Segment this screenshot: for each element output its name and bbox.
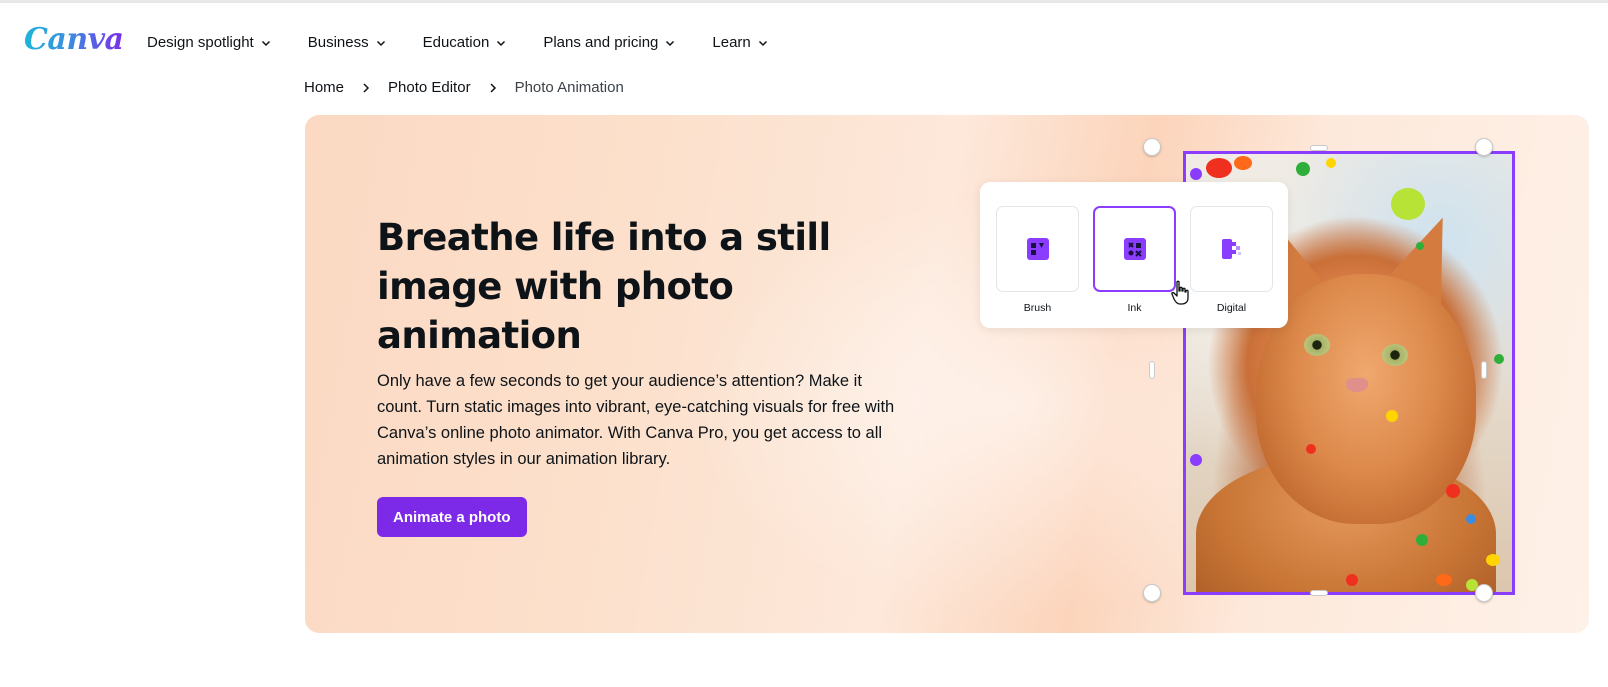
ink-style-icon [1123, 238, 1146, 260]
chevron-down-icon [664, 36, 676, 48]
cat-face [1256, 274, 1476, 524]
breadcrumb-photo-editor[interactable]: Photo Editor [388, 79, 471, 96]
paint-splat [1296, 162, 1310, 176]
paint-splat [1386, 410, 1398, 422]
paint-splat [1306, 444, 1316, 454]
style-option-brush[interactable] [996, 206, 1079, 292]
hero-banner: Breathe life into a still image with pho… [305, 115, 1589, 633]
paint-splat [1486, 554, 1500, 566]
resize-handle[interactable] [1475, 584, 1493, 602]
nav-plans-and-pricing[interactable]: Plans and pricing [543, 31, 676, 53]
paint-splat [1494, 354, 1504, 364]
resize-handle[interactable] [1310, 145, 1328, 151]
canva-logo[interactable]: Canva [24, 23, 124, 57]
breadcrumb: Home Photo Editor Photo Animation [304, 77, 624, 97]
paint-splat [1206, 158, 1232, 178]
hero-description: Only have a few seconds to get your audi… [377, 372, 895, 468]
hand-pointer-icon [1171, 280, 1189, 305]
resize-handle[interactable] [1481, 361, 1487, 379]
style-label: Brush [1023, 302, 1052, 314]
hero-title: Breathe life into a still image with pho… [377, 216, 831, 357]
nav-label: Education [422, 33, 490, 51]
chevron-down-icon [757, 36, 769, 48]
brush-style-icon [1026, 238, 1049, 260]
site-header: Canva Design spotlight Business Educatio… [0, 3, 1608, 73]
nav-label: Business [307, 33, 369, 51]
chevron-right-icon [360, 81, 372, 93]
paint-splat [1416, 534, 1428, 546]
resize-handle[interactable] [1310, 590, 1328, 596]
style-label: Ink [1127, 302, 1142, 314]
paint-splat [1436, 574, 1452, 586]
chevron-right-icon [487, 81, 499, 93]
nav-label: Plans and pricing [543, 33, 659, 51]
animate-photo-button[interactable]: Animate a photo [377, 497, 527, 537]
cat-eye [1304, 334, 1330, 356]
paint-splat [1446, 484, 1460, 498]
resize-handle[interactable] [1475, 138, 1493, 156]
nav-design-spotlight[interactable]: Design spotlight [147, 31, 272, 53]
paint-splat [1190, 168, 1202, 180]
paint-splat [1326, 158, 1336, 168]
resize-handle[interactable] [1143, 584, 1161, 602]
cat-nose [1346, 378, 1368, 392]
style-option-digital[interactable] [1190, 206, 1273, 292]
paint-splat [1346, 574, 1358, 586]
resize-handle[interactable] [1143, 138, 1161, 156]
nav-education[interactable]: Education [423, 31, 508, 53]
digital-style-icon [1221, 239, 1241, 259]
cat-eye [1382, 344, 1408, 366]
paint-splat [1234, 156, 1252, 170]
paint-splat [1416, 242, 1424, 250]
paint-splat [1190, 454, 1202, 466]
style-option-ink[interactable] [1093, 206, 1176, 292]
nav-learn[interactable]: Learn [712, 31, 768, 53]
paint-splat [1466, 514, 1476, 524]
paint-splat [1391, 188, 1425, 220]
style-label: Digital [1216, 302, 1247, 314]
breadcrumb-home[interactable]: Home [304, 79, 344, 96]
resize-handle[interactable] [1149, 361, 1155, 379]
main-nav: Design spotlight Business Education Plan… [147, 31, 805, 53]
breadcrumb-current: Photo Animation [514, 78, 624, 96]
nav-business[interactable]: Business [308, 31, 387, 53]
animation-style-picker: Brush Ink Digital [980, 182, 1288, 328]
nav-label: Design spotlight [147, 33, 254, 51]
chevron-down-icon [375, 36, 387, 48]
chevron-down-icon [495, 36, 507, 48]
nav-label: Learn [712, 33, 751, 51]
chevron-down-icon [260, 36, 272, 48]
